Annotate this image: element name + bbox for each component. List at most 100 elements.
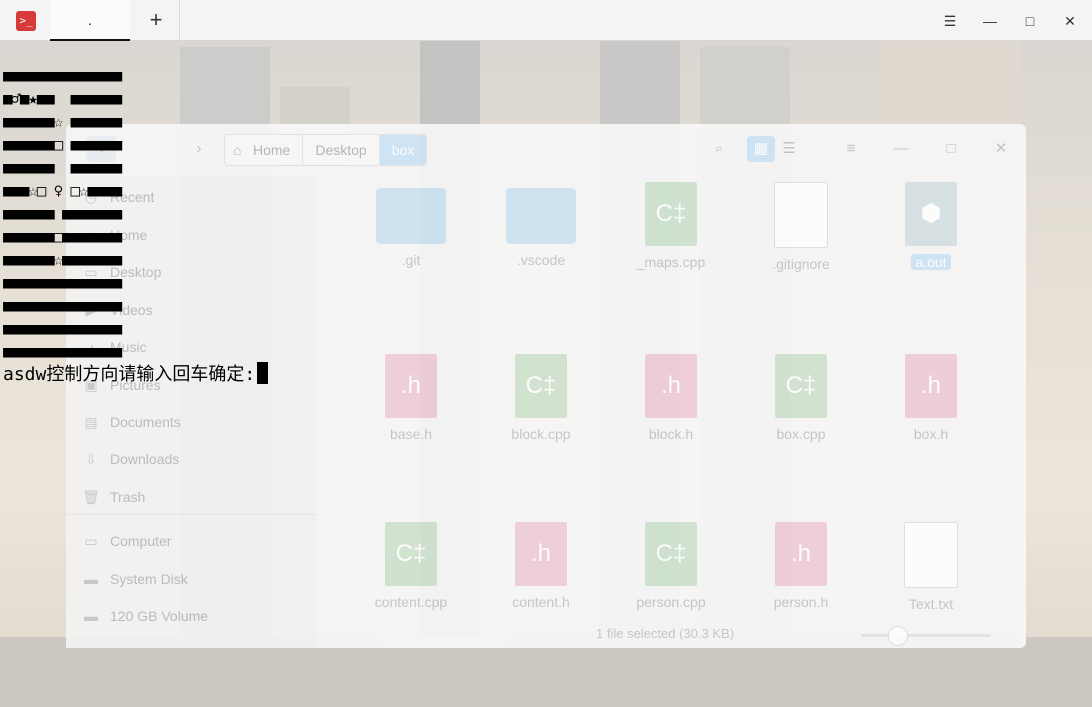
grid-row: ■■■■■■■■■■■■■■ <box>3 342 122 361</box>
file-name: Text.txt <box>908 596 954 612</box>
sidebar-item-documents[interactable]: ▤ Documents <box>82 407 181 437</box>
tab-divider <box>179 0 180 40</box>
grid-row: ■■■■■■■■■■■■■■ <box>3 296 122 315</box>
file-item[interactable]: .h person.h <box>746 522 856 610</box>
file-name: .vscode <box>516 252 566 268</box>
grid-row: ■■■■■■■■■■■■■■ <box>3 273 122 292</box>
grid-row: ■■■■■■□ ■■■■■■ <box>3 135 122 154</box>
blank-file-icon <box>904 522 958 588</box>
file-name: block.h <box>648 426 694 442</box>
sidebar-divider <box>66 514 316 515</box>
file-item[interactable]: .h block.h <box>616 354 726 442</box>
cpp-file-icon: C‡ <box>645 182 697 246</box>
cpp-file-icon: C‡ <box>515 354 567 418</box>
text-cursor <box>257 362 269 384</box>
icon-view-button[interactable]: ▦ <box>747 136 775 162</box>
sidebar-item-computer[interactable]: ▭ Computer <box>82 526 171 556</box>
grid-row: ■■■■■■□■■■■■■■ <box>3 227 122 246</box>
file-item[interactable]: ⬢ a.out <box>876 182 986 272</box>
computer-icon: ▭ <box>84 533 98 549</box>
forward-button[interactable]: › <box>184 136 214 162</box>
file-name: content.cpp <box>374 594 448 610</box>
file-item[interactable]: .h box.h <box>876 354 986 442</box>
sidebar-item-label: Downloads <box>110 451 180 467</box>
terminal-output[interactable]: ■■■■■■■■■■■■■■ ■♂■★■■ ■■■■■■ ■■■■■■☆ ■■■■■… <box>3 64 122 363</box>
minimize-button[interactable]: — <box>976 8 1004 34</box>
cpp-file-icon: C‡ <box>645 522 697 586</box>
file-name: block.cpp <box>511 426 571 442</box>
file-item[interactable]: .vscode <box>486 182 596 268</box>
maximize-icon[interactable]: □ <box>938 136 964 162</box>
menu-icon[interactable]: ≡ <box>838 136 864 162</box>
zoom-slider[interactable] <box>861 634 991 637</box>
sidebar-item-label: Documents <box>110 414 181 430</box>
breadcrumb-box[interactable]: box <box>379 135 427 165</box>
file-item[interactable]: Text.txt <box>876 522 986 612</box>
file-item[interactable]: C‡ box.cpp <box>746 354 856 442</box>
file-name: .git <box>401 252 421 268</box>
close-icon[interactable]: ✕ <box>988 136 1014 162</box>
file-name: a.out <box>911 254 951 270</box>
sidebar-item-downloads[interactable]: ⇩ Downloads <box>82 444 179 474</box>
folder-icon <box>376 188 446 244</box>
grid-row: ■■■☆□ ♀ □☆■■■■ <box>3 181 122 200</box>
sidebar-item-label: Computer <box>110 533 172 549</box>
sidebar-item-120-gb-volume[interactable]: ▬ 120 GB Volume <box>82 601 208 631</box>
sidebar-item-label: 120 GB Volume <box>110 608 209 624</box>
download-icon: ⇩ <box>85 451 97 467</box>
trash-icon: 🗑 <box>82 489 100 505</box>
grid-row: ■■■■■■ ■■■■■■■ <box>3 204 122 223</box>
h-file-icon: .h <box>775 522 827 586</box>
close-button[interactable]: ✕ <box>1056 8 1084 34</box>
status-text: 1 file selected (30.3 KB) <box>596 626 735 641</box>
grid-row: ■■■■■■■■■■■■■■ <box>3 319 122 338</box>
terminal-titlebar: >_ . + ☰ — □ ✕ <box>0 0 1092 41</box>
menu-button[interactable]: ☰ <box>936 8 964 34</box>
home-icon: ⌂ <box>233 142 242 158</box>
file-item[interactable]: .git <box>356 182 466 268</box>
file-item[interactable]: .gitignore <box>746 182 856 272</box>
folder-icon <box>506 188 576 244</box>
sidebar-item-label: System Disk <box>110 571 188 587</box>
document-icon: ▤ <box>84 414 98 430</box>
grid-row: ■■■■■■■■■■■■■■ <box>3 66 122 85</box>
search-icon[interactable]: ⌕ <box>706 136 732 162</box>
cpp-file-icon: C‡ <box>775 354 827 418</box>
file-item[interactable]: C‡ content.cpp <box>356 522 466 610</box>
grid-row: ■■■■■■☆■■■■■■■ <box>3 250 122 269</box>
terminal-prompt[interactable]: asdw控制方向请输入回车确定: <box>3 362 269 387</box>
file-name: .gitignore <box>772 256 830 272</box>
file-name: box.h <box>913 426 949 442</box>
file-item[interactable]: .h base.h <box>356 354 466 442</box>
file-item[interactable]: C‡ block.cpp <box>486 354 596 442</box>
minimize-icon[interactable]: — <box>888 136 914 162</box>
terminal-icon: >_ <box>16 11 36 31</box>
maximize-button[interactable]: □ <box>1016 8 1044 34</box>
breadcrumb-desktop[interactable]: Desktop <box>303 135 380 165</box>
file-name: base.h <box>389 426 433 442</box>
zoom-slider-knob[interactable] <box>888 626 908 646</box>
new-tab-button[interactable]: + <box>140 4 172 36</box>
blank-file-icon <box>774 182 828 248</box>
file-name: person.cpp <box>636 594 706 610</box>
file-item[interactable]: C‡ person.cpp <box>616 522 726 610</box>
file-name: _maps.cpp <box>636 254 706 270</box>
grid-row: ■♂■★■■ ■■■■■■ <box>3 89 122 108</box>
breadcrumb-home[interactable]: ⌂ Home <box>225 135 304 165</box>
file-name: box.cpp <box>776 426 826 442</box>
file-name: person.h <box>773 594 829 610</box>
exe-file-icon: ⬢ <box>905 182 957 246</box>
sidebar-item-trash[interactable]: 🗑 Trash <box>82 482 145 512</box>
h-file-icon: .h <box>385 354 437 418</box>
list-view-button[interactable]: ☰ <box>775 136 803 162</box>
grid-row: ■■■■■■☆ ■■■■■■ <box>3 112 122 131</box>
disk-icon: ▬ <box>84 571 98 587</box>
file-item[interactable]: .h content.h <box>486 522 596 610</box>
sidebar-item-system-disk[interactable]: ▬ System Disk <box>82 564 188 594</box>
h-file-icon: .h <box>645 354 697 418</box>
h-file-icon: .h <box>515 522 567 586</box>
file-item[interactable]: C‡ _maps.cpp <box>616 182 726 270</box>
sidebar-item-label: Trash <box>110 489 146 505</box>
disk-icon: ▬ <box>84 608 98 624</box>
tab-current[interactable]: . <box>50 0 130 41</box>
